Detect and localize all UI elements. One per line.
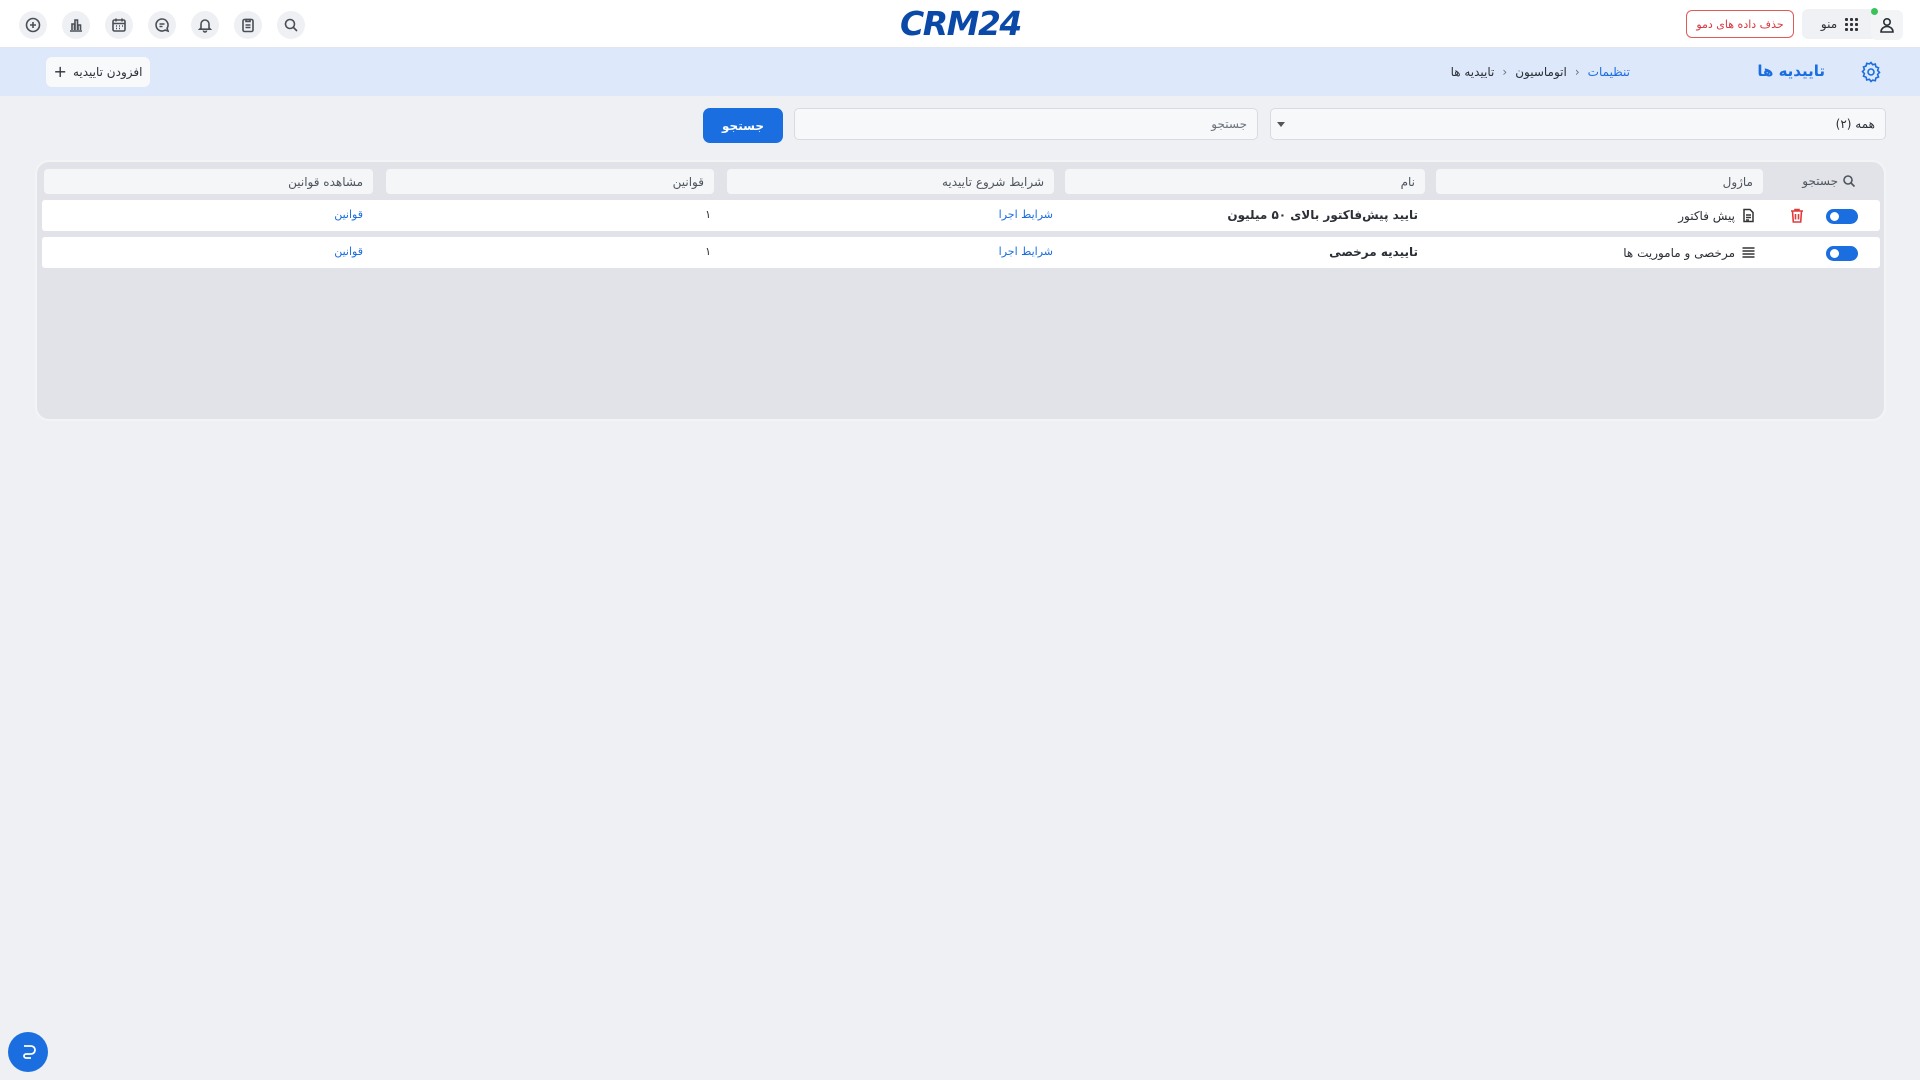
menu-label: منو <box>1820 17 1838 31</box>
add-approval-label: افزودن تاییدیه <box>72 65 143 79</box>
list-icon <box>1742 247 1755 258</box>
clipboard-icon[interactable] <box>234 11 262 39</box>
search-button[interactable]: جستجو <box>703 108 783 143</box>
plus-icon: + <box>53 62 67 81</box>
row-view-rules-link[interactable]: قوانین <box>334 208 363 221</box>
search-icon <box>1843 175 1856 188</box>
column-header-conditions[interactable]: شرایط شروع تاییدیه <box>726 168 1055 195</box>
table-row[interactable]: مرخصی و ماموریت ها تاییدیه مرخصی شرایط ا… <box>42 237 1880 268</box>
row-rules-count: ۱ <box>705 208 711 221</box>
support-icon <box>23 1045 36 1059</box>
support-chat-button[interactable] <box>8 1032 48 1072</box>
page-title: تاییدیه ها <box>1757 62 1825 80</box>
search-icon[interactable] <box>277 11 305 39</box>
menu-button[interactable]: منو <box>1802 9 1877 39</box>
table-row[interactable]: پیش فاکتور تایید پیش‌فاکتور بالای ۵۰ میل… <box>42 200 1880 231</box>
column-header-view-rules[interactable]: مشاهده قوانین <box>43 168 374 195</box>
chevron-left-icon: ‹ <box>1502 65 1508 79</box>
row-name: تایید پیش‌فاکتور بالای ۵۰ میلیون <box>1227 208 1418 222</box>
top-bar: CRM 24 حذف داده های دمو منو <box>0 0 1920 48</box>
add-approval-button[interactable]: + افزودن تاییدیه <box>46 57 150 87</box>
crm24-logo[interactable]: CRM 24 <box>900 4 1022 43</box>
filter-select-value: همه (۲) <box>1835 117 1875 131</box>
invoice-icon <box>1743 208 1754 223</box>
page-header: + افزودن تاییدیه تنظیمات ‹ اتوماسیون ‹ ت… <box>0 48 1920 96</box>
table-search[interactable]: جستجو <box>1802 174 1856 188</box>
search-input[interactable] <box>794 108 1258 140</box>
table-search-label: جستجو <box>1802 174 1838 188</box>
column-header-name[interactable]: نام <box>1064 168 1426 195</box>
chevron-left-icon: ‹ <box>1574 65 1580 79</box>
calendar-icon[interactable] <box>105 11 133 39</box>
row-conditions-link[interactable]: شرایط اجرا <box>999 208 1053 221</box>
row-conditions-link[interactable]: شرایط اجرا <box>999 245 1053 258</box>
bell-icon[interactable] <box>191 11 219 39</box>
row-module: پیش فاکتور <box>1678 208 1756 223</box>
grid-icon <box>1845 17 1859 31</box>
breadcrumb-settings[interactable]: تنظیمات <box>1588 65 1630 79</box>
row-view-rules-link[interactable]: قوانین <box>334 245 363 258</box>
breadcrumb-approvals: تاییدیه ها <box>1450 65 1495 79</box>
row-name: تاییدیه مرخصی <box>1329 245 1418 259</box>
enable-toggle[interactable] <box>1826 246 1858 261</box>
delete-demo-data-button[interactable]: حذف داده های دمو <box>1686 10 1794 38</box>
approval-filter-select[interactable]: همه (۲) <box>1270 108 1886 140</box>
add-circle-icon[interactable] <box>19 11 47 39</box>
row-rules-count: ۱ <box>705 245 711 258</box>
approvals-table: جستجو ماژول نام شرایط شروع تاییدیه قوانی… <box>35 160 1886 421</box>
column-header-module[interactable]: ماژول <box>1435 168 1764 195</box>
enable-toggle[interactable] <box>1826 209 1858 224</box>
row-module: مرخصی و ماموریت ها <box>1623 245 1756 260</box>
chat-icon[interactable] <box>148 11 176 39</box>
breadcrumb: تنظیمات ‹ اتوماسیون ‹ تاییدیه ها <box>1451 65 1630 79</box>
online-status-dot <box>1871 8 1878 15</box>
column-header-rules[interactable]: قوانین <box>385 168 715 195</box>
user-icon <box>1880 17 1894 33</box>
breadcrumb-automation[interactable]: اتوماسیون <box>1515 65 1567 79</box>
chart-icon[interactable] <box>62 11 90 39</box>
caret-down-icon <box>1277 122 1285 127</box>
gear-icon <box>1859 60 1883 84</box>
trash-icon[interactable] <box>1789 207 1805 224</box>
